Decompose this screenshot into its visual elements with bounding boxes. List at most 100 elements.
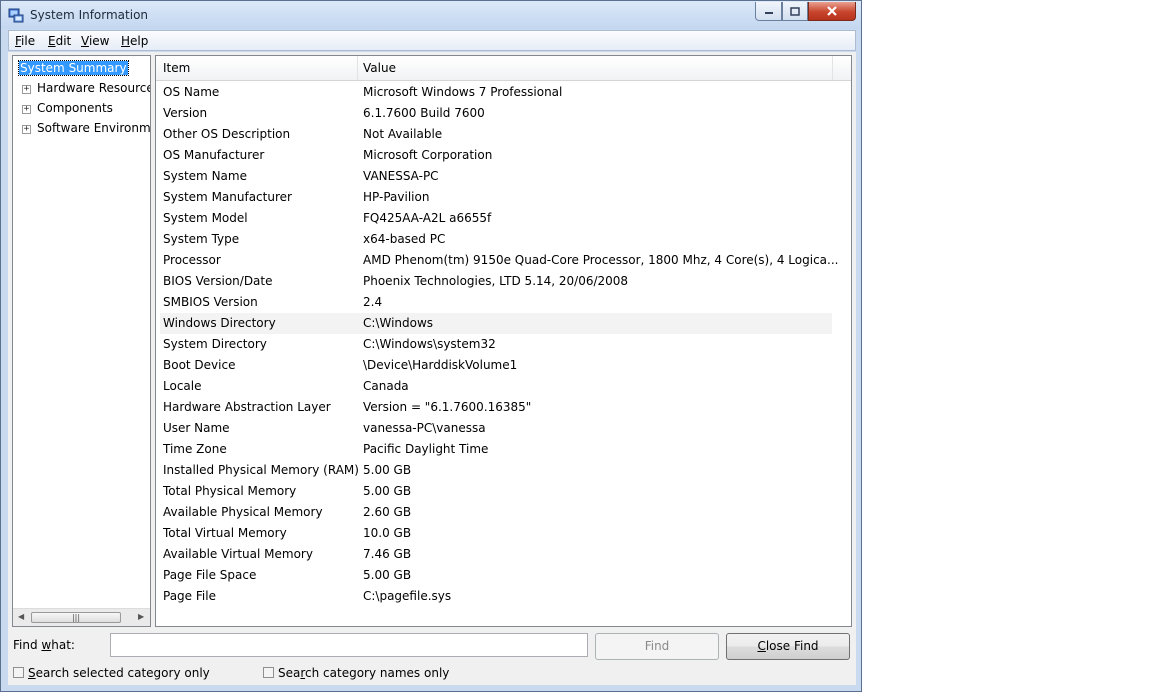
row-item: System Name	[163, 169, 247, 183]
table-row[interactable]: Locale Canada	[160, 376, 832, 397]
row-item: Other OS Description	[163, 127, 291, 141]
row-item: System Type	[163, 232, 240, 246]
row-item: Windows Directory	[163, 316, 276, 330]
table-row[interactable]: Installed Physical Memory (RAM) 5.00 GB	[160, 460, 832, 481]
table-row[interactable]: System Name VANESSA-PC	[160, 166, 832, 187]
row-item: Boot Device	[163, 358, 236, 372]
row-item: OS Name	[163, 85, 220, 99]
table-row[interactable]: OS Name Microsoft Windows 7 Professional	[160, 82, 832, 103]
row-value: 5.00 GB	[363, 463, 412, 477]
row-value: Pacific Daylight Time	[363, 442, 489, 456]
row-value: 2.60 GB	[363, 505, 412, 519]
table-row[interactable]: System Directory C:\Windows\system32	[160, 334, 832, 355]
row-item: System Directory	[163, 337, 267, 351]
row-value: x64-based PC	[363, 232, 446, 246]
row-value: 10.0 GB	[363, 526, 412, 540]
details-list[interactable]: Item Value OS Name Microsoft Windows 7 Pr…	[155, 55, 852, 627]
row-item: Time Zone	[163, 442, 227, 456]
table-row[interactable]: System Model FQ425AA-A2L a6655f	[160, 208, 832, 229]
row-item: Total Virtual Memory	[163, 526, 287, 540]
find-button[interactable]: Find	[595, 633, 719, 660]
minimize-button[interactable]	[755, 2, 782, 21]
row-value: Microsoft Corporation	[363, 148, 493, 162]
search-category-names-checkbox[interactable]: Search category names only	[263, 666, 449, 680]
row-item: Hardware Abstraction Layer	[163, 400, 331, 414]
table-row[interactable]: Windows Directory C:\Windows	[160, 313, 832, 334]
menu-edit[interactable]: Edit	[48, 34, 71, 48]
checkbox-box[interactable]	[263, 667, 274, 678]
title-bar[interactable]: System Information	[1, 1, 861, 29]
row-value: 6.1.7600 Build 7600	[363, 106, 485, 120]
scroll-right-icon[interactable]: ▶	[138, 612, 144, 621]
table-row[interactable]: Time Zone Pacific Daylight Time	[160, 439, 832, 460]
row-value: FQ425AA-A2L a6655f	[363, 211, 492, 225]
table-row[interactable]: Page File C:\pagefile.sys	[160, 586, 832, 607]
row-item: Version	[163, 106, 208, 120]
search-selected-category-checkbox[interactable]: Search selected category only	[13, 666, 210, 680]
menu-file[interactable]: File	[15, 34, 35, 48]
tree-item-system-summary[interactable]: System Summary	[18, 60, 129, 76]
expand-icon[interactable]: +	[22, 105, 31, 114]
table-row[interactable]: Version 6.1.7600 Build 7600	[160, 103, 832, 124]
menu-help[interactable]: Help	[121, 34, 148, 48]
tree-horizontal-scrollbar[interactable]: ◀ ||| ▶	[13, 608, 150, 626]
table-row[interactable]: Hardware Abstraction Layer Version = "6.1…	[160, 397, 832, 418]
row-value: AMD Phenom(tm) 9150e Quad-Core Processor…	[363, 253, 839, 267]
row-item: Locale	[163, 379, 202, 393]
column-divider[interactable]	[832, 56, 833, 80]
table-row[interactable]: Processor AMD Phenom(tm) 9150e Quad-Core …	[160, 250, 838, 271]
table-row[interactable]: BIOS Version/Date Phoenix Technologies, L…	[160, 271, 832, 292]
table-row[interactable]: Page File Space 5.00 GB	[160, 565, 832, 586]
category-tree[interactable]: System Summary + Hardware Resources + Co…	[12, 55, 151, 627]
table-row[interactable]: Total Physical Memory 5.00 GB	[160, 481, 832, 502]
row-item: User Name	[163, 421, 230, 435]
maximize-icon	[790, 6, 800, 16]
table-row[interactable]: SMBIOS Version 2.4	[160, 292, 832, 313]
client-area: System Summary + Hardware Resources + Co…	[8, 52, 856, 685]
expand-icon[interactable]: +	[22, 85, 31, 94]
column-header-value[interactable]: Value	[363, 61, 396, 75]
row-value: 5.00 GB	[363, 568, 412, 582]
find-what-label: Find what:	[13, 638, 75, 652]
tree-item-components[interactable]: Components	[37, 101, 113, 115]
row-item: OS Manufacturer	[163, 148, 265, 162]
row-item: Total Physical Memory	[163, 484, 297, 498]
row-value: 2.4	[363, 295, 383, 309]
row-value: VANESSA-PC	[363, 169, 439, 183]
row-value: 7.46 GB	[363, 547, 412, 561]
find-what-input[interactable]	[110, 633, 588, 657]
table-row[interactable]: Available Physical Memory 2.60 GB	[160, 502, 832, 523]
table-row[interactable]: System Manufacturer HP-Pavilion	[160, 187, 832, 208]
table-row[interactable]: System Type x64-based PC	[160, 229, 832, 250]
column-header-item[interactable]: Item	[163, 61, 190, 75]
row-item: Processor	[163, 253, 221, 267]
scroll-left-icon[interactable]: ◀	[18, 612, 24, 621]
table-row[interactable]: OS Manufacturer Microsoft Corporation	[160, 145, 832, 166]
checkbox-box[interactable]	[13, 667, 24, 678]
table-row[interactable]: User Name vanessa-PC\vanessa	[160, 418, 832, 439]
window-title: System Information	[30, 8, 149, 22]
row-item: Available Virtual Memory	[163, 547, 313, 561]
column-divider[interactable]	[357, 56, 358, 80]
row-item: System Model	[163, 211, 248, 225]
minimize-icon	[764, 12, 773, 14]
row-item: SMBIOS Version	[163, 295, 258, 309]
system-information-window: System Information File Edit View Help S…	[0, 0, 862, 692]
system-info-app-icon	[8, 8, 24, 23]
close-window-button[interactable]	[808, 2, 856, 21]
table-row[interactable]: Boot Device \Device\HarddiskVolume1	[160, 355, 832, 376]
tree-item-software-environment[interactable]: Software Environment	[37, 121, 150, 135]
expand-icon[interactable]: +	[22, 125, 31, 134]
menu-bar: File Edit View Help	[8, 30, 856, 51]
table-row[interactable]: Available Virtual Memory 7.46 GB	[160, 544, 832, 565]
scrollbar-thumb[interactable]: |||	[31, 612, 121, 623]
table-row[interactable]: Total Virtual Memory 10.0 GB	[160, 523, 832, 544]
tree-item-hardware-resources[interactable]: Hardware Resources	[37, 81, 150, 95]
row-value: Microsoft Windows 7 Professional	[363, 85, 563, 99]
menu-view[interactable]: View	[81, 34, 109, 48]
close-find-button[interactable]: Close Find	[726, 633, 850, 660]
row-item: BIOS Version/Date	[163, 274, 273, 288]
maximize-button[interactable]	[782, 2, 808, 21]
table-row[interactable]: Other OS Description Not Available	[160, 124, 832, 145]
row-value: 5.00 GB	[363, 484, 412, 498]
